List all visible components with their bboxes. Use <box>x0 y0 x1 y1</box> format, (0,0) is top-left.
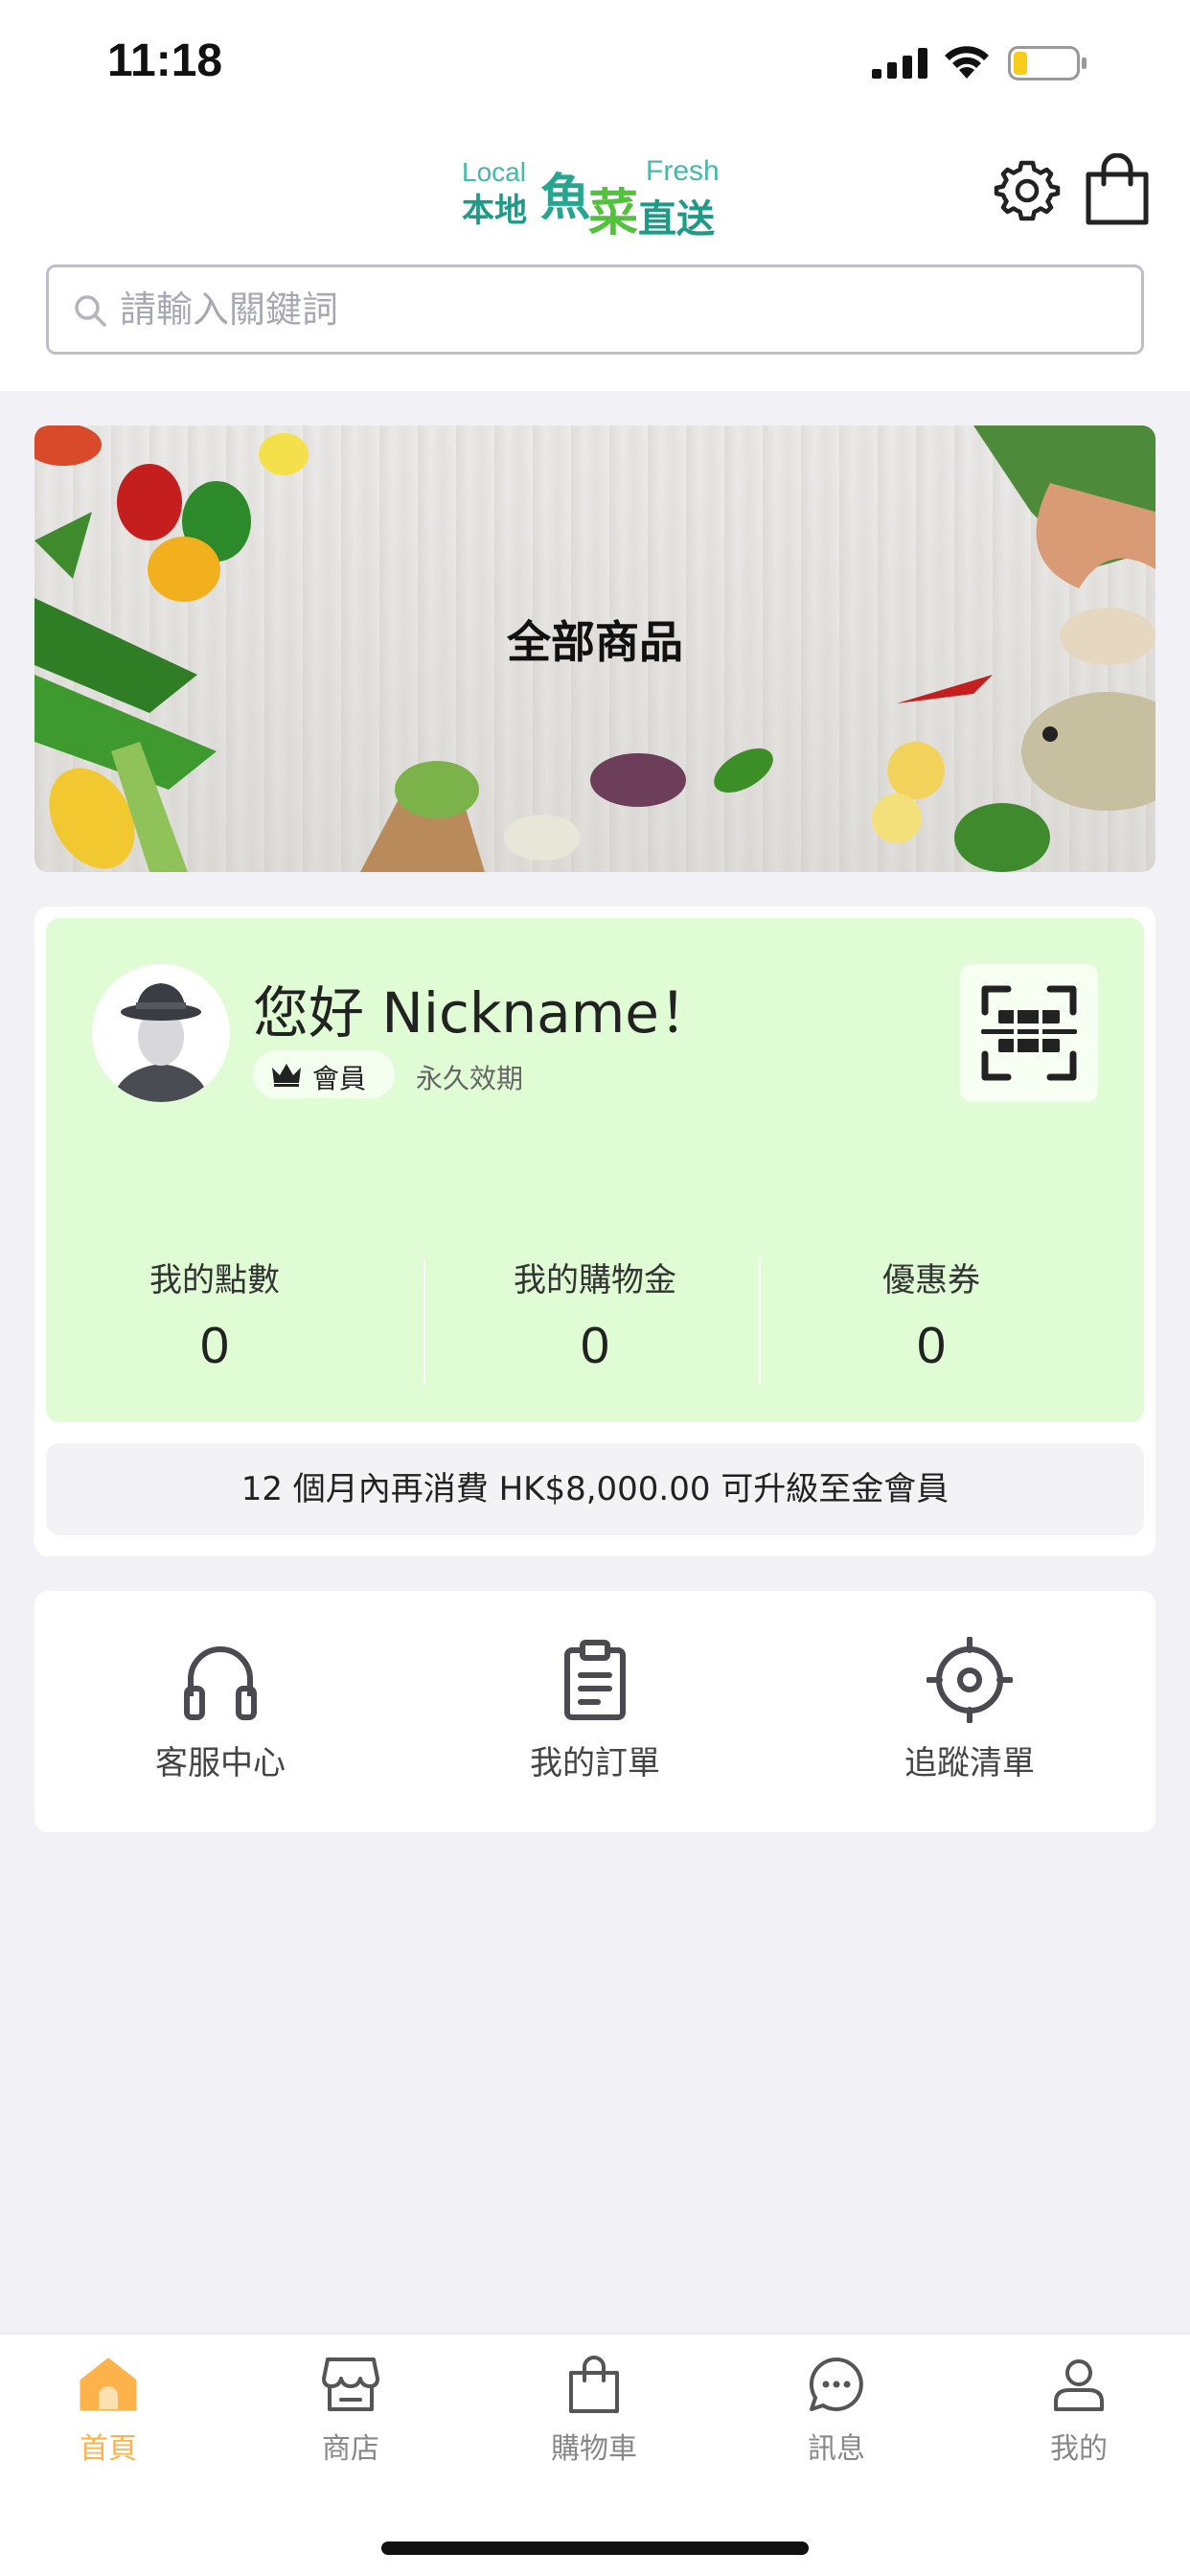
tab-messages[interactable]: 訊息 <box>741 2350 932 2484</box>
upgrade-info: 12 個月內再消費 HK$8,000.00 可升級至金會員 <box>46 1443 1144 1535</box>
search-icon <box>75 295 106 327</box>
stat-points[interactable]: 我的點數 0 <box>46 1254 383 1375</box>
member-level-label: 會員 <box>312 1063 367 1094</box>
stat-coupons-label: 優惠券 <box>882 1261 980 1300</box>
tracking-list-label: 追蹤清單 <box>904 1744 1035 1782</box>
stat-shopping-credit-label: 我的購物金 <box>514 1261 676 1300</box>
stat-shopping-credit-value: 0 <box>580 1317 610 1374</box>
stat-points-value: 0 <box>199 1317 230 1374</box>
headphones-icon <box>184 1646 257 1720</box>
member-card: 您好 Nickname！ 會員 永久效期 我的點數 0 我的購物金 0 優惠券 … <box>46 918 1144 1422</box>
app-header: Local 本地 魚 菜 Fresh 直送 <box>0 134 1190 249</box>
logo-text-local-zh: 本地 <box>462 192 527 230</box>
home-icon <box>80 2358 137 2411</box>
tab-cart-label: 購物車 <box>551 2432 637 2466</box>
clipboard-icon <box>564 1640 626 1720</box>
tab-cart[interactable]: 購物車 <box>498 2350 690 2484</box>
stat-divider <box>759 1259 761 1384</box>
quick-links: 客服中心 我的訂單 追蹤清單 <box>34 1591 1156 1832</box>
bottom-tab-bar: 首頁 商店 購物車 訊息 我的 <box>0 2333 1190 2576</box>
all-products-banner[interactable]: 全部商品 <box>34 426 1156 872</box>
stat-divider <box>423 1259 425 1384</box>
greeting: 您好 Nickname！ <box>253 980 715 1046</box>
customer-service-label: 客服中心 <box>155 1744 286 1782</box>
logo: Local 本地 魚 菜 Fresh 直送 <box>458 155 736 242</box>
wifi-icon <box>945 46 989 79</box>
settings-button[interactable] <box>993 157 1062 226</box>
my-orders-link[interactable]: 我的訂單 <box>470 1637 720 1800</box>
chat-icon <box>809 2357 863 2411</box>
produce-illustration-bottom <box>360 748 773 872</box>
crown-icon <box>272 1064 301 1087</box>
logo-text-fish: 魚 <box>540 170 591 227</box>
barcode-scan-icon <box>981 985 1077 1081</box>
tab-profile[interactable]: 我的 <box>983 2350 1175 2484</box>
tab-profile-label: 我的 <box>1050 2432 1108 2466</box>
tab-store[interactable]: 商店 <box>255 2350 446 2484</box>
banner-title: 全部商品 <box>507 616 683 668</box>
stat-coupons-value: 0 <box>916 1317 947 1374</box>
customer-service-link[interactable]: 客服中心 <box>96 1637 345 1800</box>
user-icon <box>1054 2359 1104 2411</box>
logo-text-fresh-zh: 直送 <box>638 197 715 242</box>
member-barcode-button[interactable] <box>960 964 1098 1102</box>
tracking-list-link[interactable]: 追蹤清單 <box>845 1636 1094 1800</box>
shopping-bag-icon <box>1086 152 1149 225</box>
stat-shopping-credit[interactable]: 我的購物金 0 <box>426 1254 764 1375</box>
avatar[interactable] <box>92 964 230 1102</box>
gear-icon <box>994 160 1061 221</box>
member-section: 您好 Nickname！ 會員 永久效期 我的點數 0 我的購物金 0 優惠券 … <box>34 907 1156 1556</box>
home-indicator <box>381 2542 809 2555</box>
cart-button[interactable] <box>1083 152 1152 226</box>
signal-icon <box>872 48 927 79</box>
tab-messages-label: 訊息 <box>808 2432 865 2466</box>
stat-coupons[interactable]: 優惠券 0 <box>763 1254 1100 1375</box>
shopping-bag-icon <box>569 2356 619 2413</box>
my-orders-label: 我的訂單 <box>530 1744 660 1782</box>
logo-text-fresh: Fresh <box>646 155 720 187</box>
search-bar[interactable] <box>46 264 1144 355</box>
search-input[interactable] <box>120 275 1116 344</box>
stat-points-label: 我的點數 <box>149 1261 280 1300</box>
logo-text-veg: 菜 <box>588 185 639 242</box>
membership-validity: 永久效期 <box>416 1063 524 1094</box>
battery-icon <box>1008 46 1087 80</box>
target-icon <box>926 1636 1014 1724</box>
tab-home[interactable]: 首頁 <box>12 2350 204 2484</box>
tab-home-label: 首頁 <box>80 2432 137 2466</box>
status-bar: 11:18 <box>0 0 1190 129</box>
member-level-badge: 會員 <box>253 1050 395 1098</box>
store-icon <box>322 2358 379 2411</box>
tab-store-label: 商店 <box>322 2432 379 2466</box>
status-time: 11:18 <box>107 35 223 86</box>
